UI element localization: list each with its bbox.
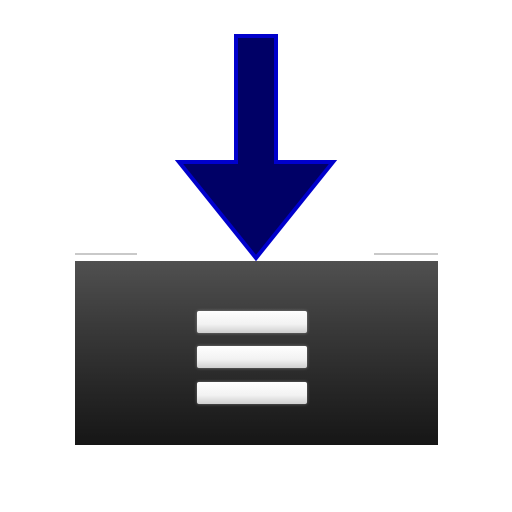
menu-line-bottom xyxy=(197,382,307,404)
icon-canvas xyxy=(0,0,512,512)
ledge-right xyxy=(374,253,438,255)
menu-line-middle xyxy=(197,346,307,368)
menu-icon[interactable] xyxy=(197,311,307,407)
ledge-left xyxy=(75,253,137,255)
menu-line-top xyxy=(197,311,307,333)
